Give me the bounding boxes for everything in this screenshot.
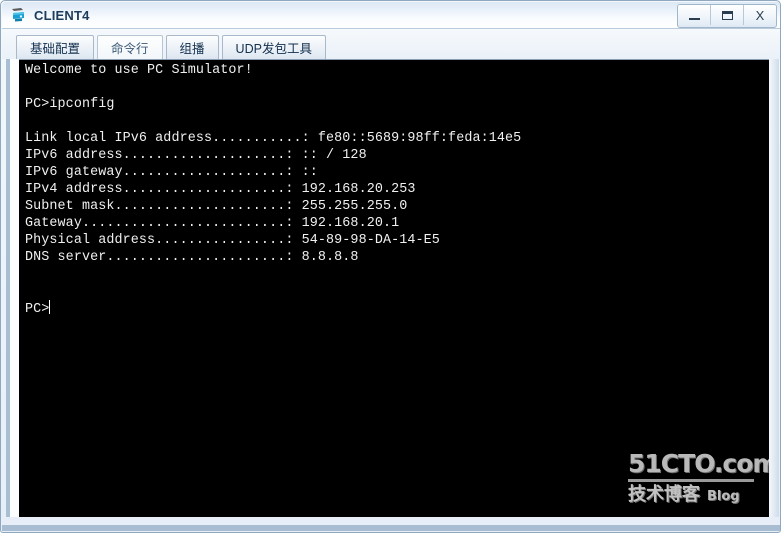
maximize-button[interactable] (711, 5, 744, 25)
tab-strip: 基础配置 命令行 组播 UDP发包工具 (2, 29, 780, 59)
watermark-blog-text: Blog (707, 489, 740, 504)
close-button[interactable]: X (744, 5, 776, 25)
footer-band (2, 525, 780, 531)
tab-udp-tool-label: UDP发包工具 (235, 42, 312, 56)
titlebar: CLIENT4 X (2, 2, 780, 29)
terminal-container: Welcome to use PC Simulator! PC>ipconfig… (6, 59, 777, 519)
terminal-ipconfig-output: Link local IPv6 address...........: fe80… (25, 131, 522, 265)
window-footer (2, 517, 780, 531)
watermark: 51CTO.com 技术博客 Blog (628, 449, 772, 504)
maximize-icon (721, 10, 733, 20)
tab-multicast[interactable]: 组播 (165, 35, 219, 59)
tab-basic-config-label: 基础配置 (30, 42, 81, 56)
watermark-subline: 技术博客 Blog (628, 485, 758, 504)
watermark-main-text: 51CTO.com (628, 449, 772, 478)
tab-basic-config[interactable]: 基础配置 (16, 35, 95, 59)
window-title: CLIENT4 (34, 7, 90, 23)
terminal-output: Welcome to use PC Simulator! PC>ipconfig… (25, 62, 521, 318)
tab-udp-tool[interactable]: UDP发包工具 (221, 35, 326, 59)
tab-command-line-label: 命令行 (111, 42, 149, 56)
pc-device-icon (10, 6, 28, 24)
terminal-command-line: PC>ipconfig (25, 97, 115, 112)
close-icon: X (755, 7, 765, 23)
terminal-welcome-line: Welcome to use PC Simulator! (25, 63, 253, 78)
terminal-console[interactable]: Welcome to use PC Simulator! PC>ipconfig… (19, 59, 772, 517)
watermark-cn-text: 技术博客 (628, 484, 700, 505)
pc-simulator-window: CLIENT4 X 基础配置 命令行 组播 UDP发包工具 Welcome to… (0, 0, 781, 533)
minimize-icon (688, 17, 700, 20)
window-controls: X (677, 4, 777, 28)
tab-command-line[interactable]: 命令行 (97, 35, 163, 59)
minimize-button[interactable] (678, 5, 711, 25)
watermark-divider (628, 479, 754, 482)
tab-multicast-label: 组播 (179, 42, 205, 56)
terminal-prompt: PC> (25, 302, 50, 317)
right-gutter (769, 59, 779, 519)
terminal-cursor (49, 300, 51, 314)
